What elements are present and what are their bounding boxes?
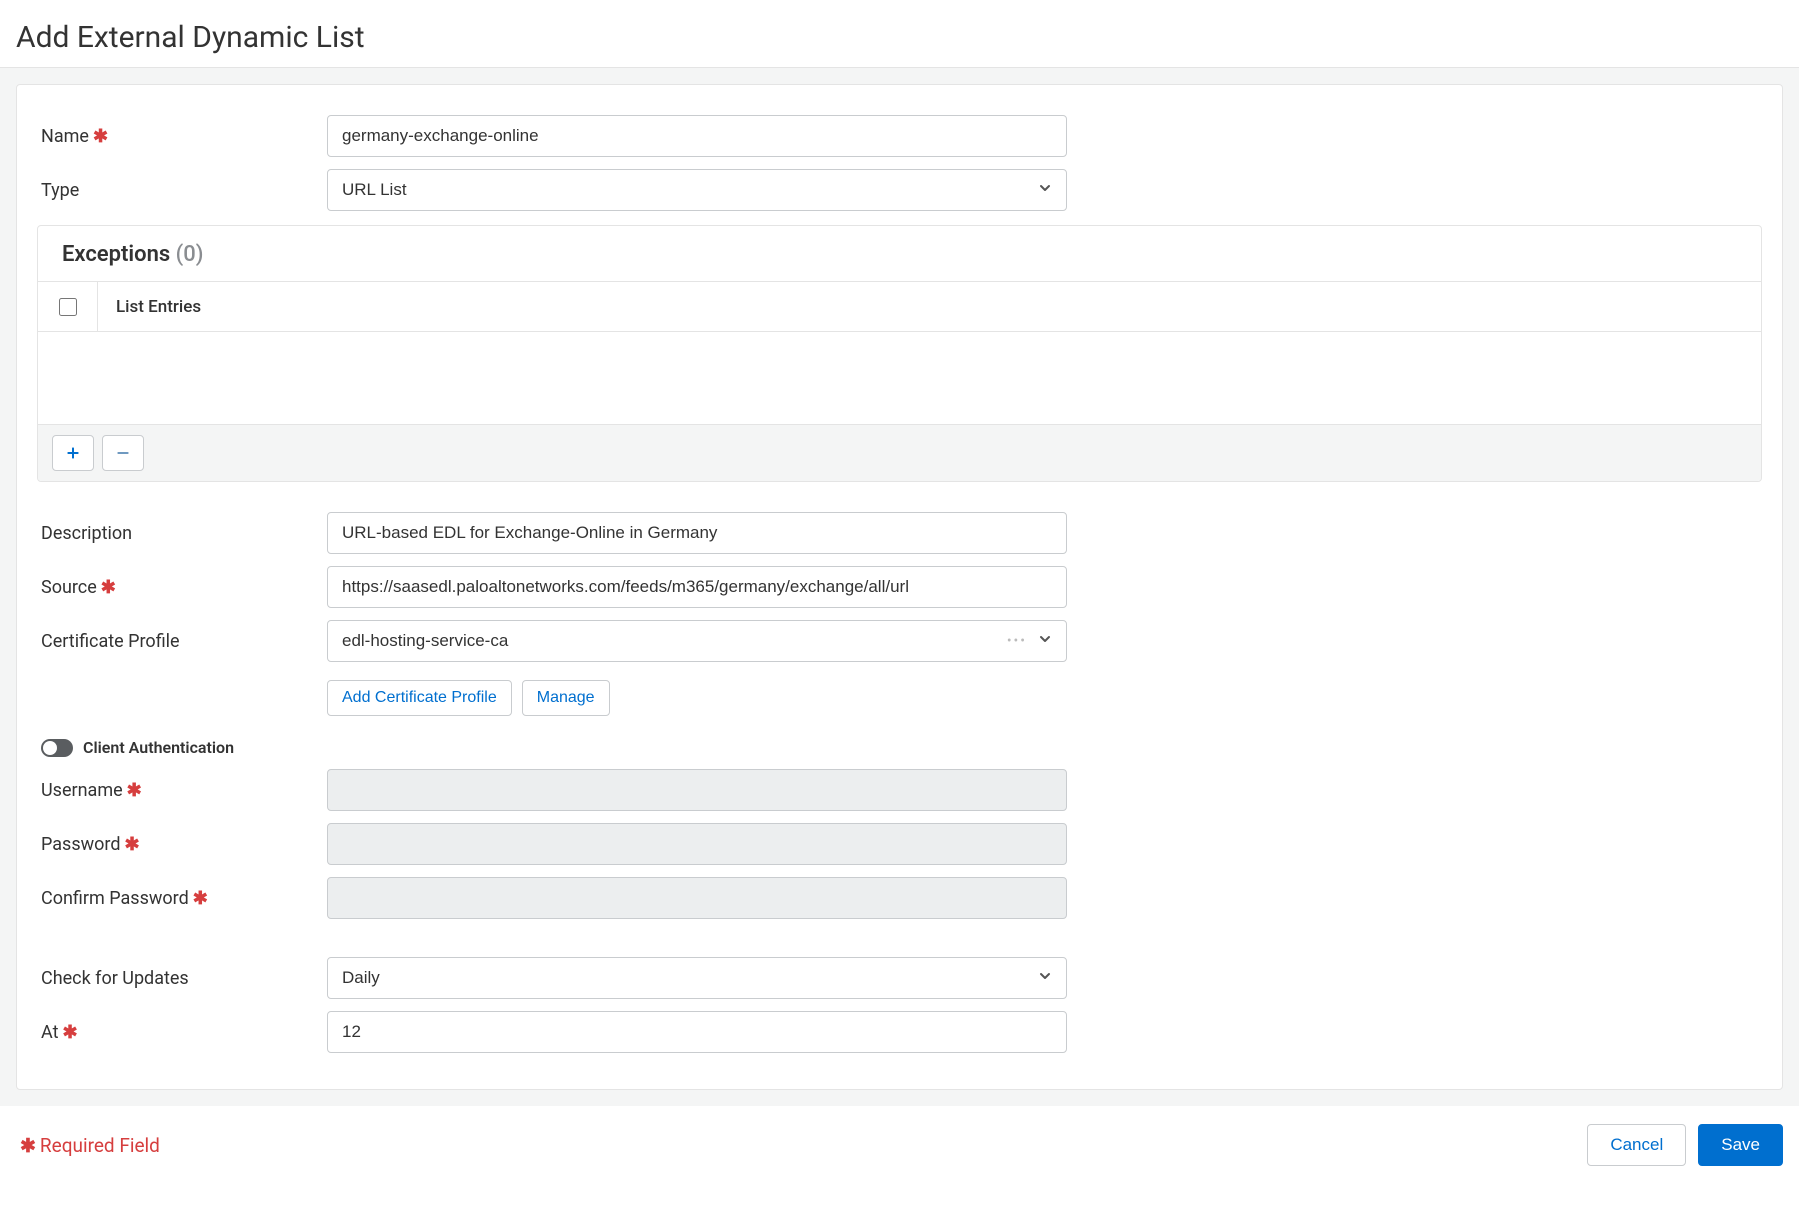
save-button[interactable]: Save [1698,1124,1783,1166]
exceptions-table-header: List Entries [38,282,1761,332]
description-input[interactable] [327,512,1067,554]
password-input [327,823,1067,865]
type-select[interactable] [327,169,1067,211]
required-asterisk: ✱ [193,888,208,909]
label-check-updates: Check for Updates [27,968,327,989]
required-field-note: Required Field [40,1134,160,1157]
at-input[interactable] [327,1011,1067,1053]
exceptions-table-body [38,332,1761,424]
required-asterisk: ✱ [93,126,108,147]
label-name: Name✱ [27,126,327,147]
form-panel: Name✱ Type Exceptions [16,84,1783,1090]
ellipsis-icon: ••• [1007,633,1027,649]
label-password: Password✱ [27,834,327,855]
source-input[interactable] [327,566,1067,608]
exceptions-table-footer [38,424,1761,481]
page-footer: ✱ Required Field Cancel Save [0,1106,1799,1166]
required-asterisk: ✱ [20,1134,36,1157]
label-source: Source✱ [27,577,327,598]
label-at: At✱ [27,1022,327,1043]
label-username: Username✱ [27,780,327,801]
manage-cert-button[interactable]: Manage [522,680,610,716]
required-asterisk: ✱ [101,577,116,598]
select-all-checkbox[interactable] [59,298,77,316]
client-auth-toggle[interactable] [41,739,73,757]
exceptions-panel: Exceptions (0) List Entries [37,225,1762,482]
label-cert-profile: Certificate Profile [27,631,327,652]
cancel-button[interactable]: Cancel [1587,1124,1686,1166]
label-confirm-password: Confirm Password✱ [27,888,327,909]
required-asterisk: ✱ [125,834,140,855]
required-asterisk: ✱ [127,780,142,801]
exceptions-header: Exceptions (0) [38,226,1761,282]
cert-profile-select[interactable] [327,620,1067,662]
confirm-password-input [327,877,1067,919]
label-type: Type [27,180,327,201]
add-cert-profile-button[interactable]: Add Certificate Profile [327,680,512,716]
label-client-auth: Client Authentication [83,738,234,757]
check-updates-select[interactable] [327,957,1067,999]
add-entry-button[interactable] [52,435,94,471]
page-header: Add External Dynamic List [0,0,1799,68]
col-list-entries: List Entries [98,297,201,317]
remove-entry-button[interactable] [102,435,144,471]
required-asterisk: ✱ [62,1022,77,1043]
name-input[interactable] [327,115,1067,157]
page-title: Add External Dynamic List [16,20,1783,55]
label-description: Description [27,523,327,544]
username-input [327,769,1067,811]
